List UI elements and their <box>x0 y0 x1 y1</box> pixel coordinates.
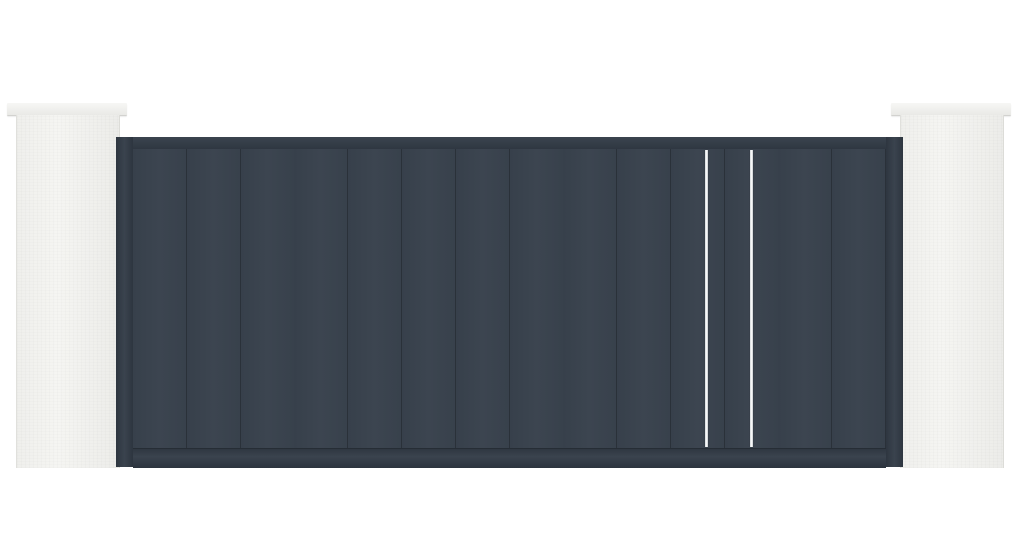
gate-board <box>133 149 187 448</box>
right-pillar-body <box>900 115 1004 468</box>
gate-board <box>778 149 833 448</box>
gate-board <box>509 149 564 448</box>
stainless-insert <box>705 150 708 447</box>
left-pillar-body <box>16 115 120 468</box>
gate-bottom-rail <box>133 448 886 468</box>
gate-right-post <box>886 137 903 467</box>
gate-board <box>240 149 295 448</box>
sliding-gate <box>116 137 903 468</box>
gate-board <box>186 149 241 448</box>
gate-scene <box>0 0 1020 548</box>
gate-panel <box>133 149 886 448</box>
gate-board <box>617 149 672 448</box>
gate-board <box>348 149 403 448</box>
gate-board <box>455 149 510 448</box>
right-pillar <box>891 103 1011 468</box>
stainless-insert <box>750 150 753 447</box>
gate-board <box>401 149 456 448</box>
gate-board <box>832 149 886 448</box>
gate-board <box>563 149 618 448</box>
gate-board <box>670 149 725 448</box>
left-pillar <box>7 103 127 468</box>
gate-board <box>294 149 349 448</box>
gate-left-post <box>116 137 133 467</box>
